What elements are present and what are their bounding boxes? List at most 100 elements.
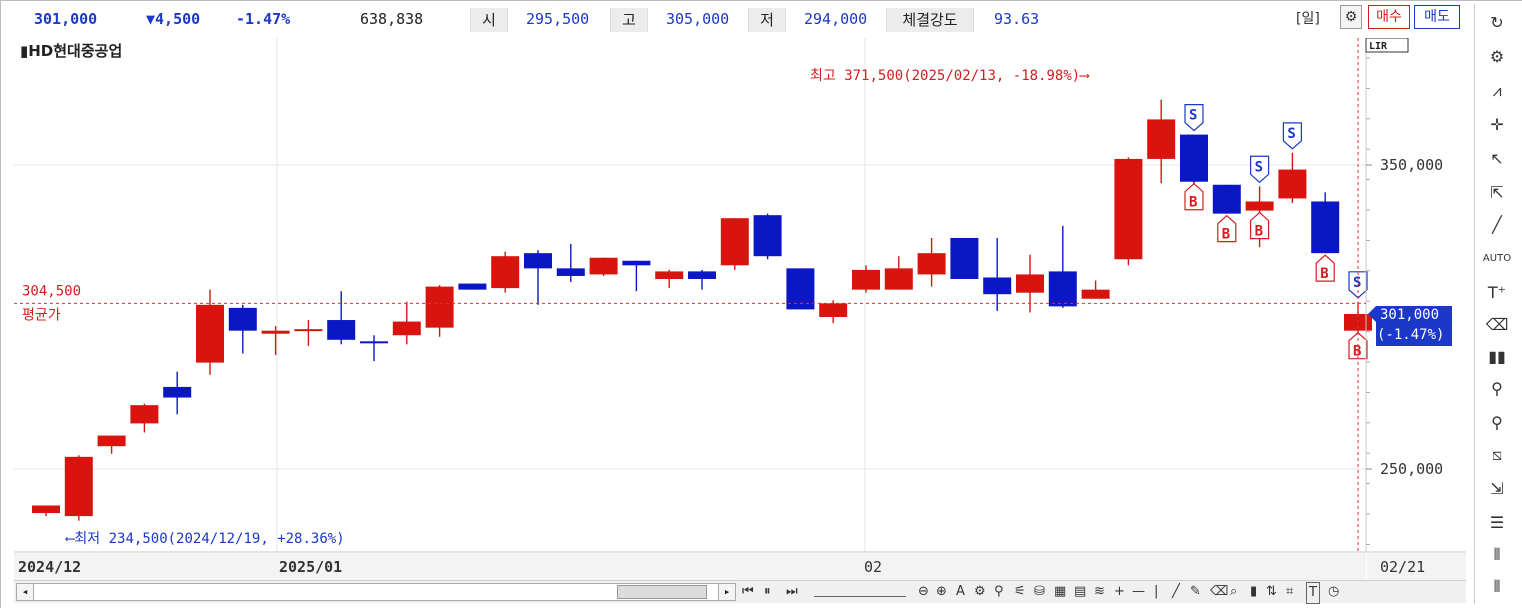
svg-text:S: S bbox=[1255, 159, 1263, 175]
pointer-icon[interactable]: ↖ bbox=[1482, 146, 1512, 172]
scroll-right-arrow[interactable]: ▸ bbox=[718, 584, 735, 600]
clock-icon[interactable]: ◷ bbox=[1328, 582, 1339, 602]
low-label: 저 bbox=[748, 8, 786, 32]
text-tool-icon[interactable]: T bbox=[1306, 582, 1320, 604]
zoom-out-icon[interactable]: ⊖ bbox=[918, 582, 929, 602]
bar-icon[interactable]: ▮ bbox=[1250, 582, 1257, 602]
candle-body bbox=[589, 257, 618, 275]
indicator-icon[interactable]: ⚲ bbox=[994, 582, 1004, 602]
lir-badge[interactable]: LIR bbox=[1369, 41, 1388, 52]
candle-body bbox=[1016, 274, 1044, 293]
strength-label: 체결강도 bbox=[886, 8, 974, 32]
candle-body bbox=[950, 237, 979, 279]
candle-body bbox=[1311, 201, 1340, 254]
candle-body bbox=[32, 505, 60, 514]
candle-body bbox=[163, 386, 192, 398]
magnify-icon[interactable]: ⌕ bbox=[1230, 582, 1237, 602]
pen-icon[interactable]: ✎ bbox=[1190, 582, 1201, 602]
font-icon[interactable]: A bbox=[956, 582, 965, 602]
candle-body bbox=[819, 303, 848, 317]
period-button[interactable]: [일] bbox=[1296, 8, 1320, 28]
scroll-left-arrow[interactable]: ◂ bbox=[17, 584, 34, 600]
scroll-thumb[interactable] bbox=[617, 585, 707, 599]
zoom-slider[interactable] bbox=[814, 584, 906, 597]
trendline-icon[interactable]: ╱ bbox=[1172, 582, 1180, 602]
line-tool-icon[interactable]: ╱ bbox=[1482, 212, 1512, 238]
high-label: 고 bbox=[610, 8, 648, 32]
candle-body bbox=[64, 456, 93, 517]
candle-body bbox=[983, 277, 1012, 295]
vline-icon[interactable]: | bbox=[1154, 582, 1158, 602]
crosshair-icon[interactable]: + bbox=[1114, 582, 1125, 602]
sell-button[interactable]: 매도 bbox=[1414, 5, 1460, 29]
svg-text:B: B bbox=[1353, 344, 1361, 360]
x-tick-label: 2025/01 bbox=[279, 558, 342, 576]
select-icon[interactable]: ⇱ bbox=[1482, 180, 1512, 206]
candle-body bbox=[688, 271, 716, 279]
svg-text:S: S bbox=[1353, 275, 1361, 291]
candle-body bbox=[130, 405, 159, 424]
grid-icon[interactable]: ▦ bbox=[1054, 582, 1066, 602]
pause-icon[interactable]: ⏸ bbox=[764, 582, 771, 602]
save-icon[interactable]: ⛁ bbox=[1034, 582, 1045, 602]
next-icon[interactable]: ⏭ bbox=[786, 582, 798, 602]
compare-icon[interactable]: ▤ bbox=[1074, 582, 1086, 602]
zoom-in-icon[interactable]: ⊕ bbox=[936, 582, 947, 602]
low-value: 294,000 bbox=[804, 10, 868, 28]
candle-body bbox=[720, 218, 749, 266]
first-icon[interactable]: ⏮ bbox=[742, 582, 754, 602]
gear-icon[interactable]: ⚙ bbox=[974, 582, 986, 602]
refresh-icon[interactable]: ↻ bbox=[1482, 10, 1512, 36]
updown-icon[interactable]: ⇅ bbox=[1266, 582, 1277, 602]
right-toolbar: ↻ ⚙ ⩘ ✛ ↖ ⇱ ╱ AUTO T⁺ ⌫ ▮▮ ⚲ ⚲ ⧅ ⇲ ☰ ⦀ ⦀ bbox=[1474, 4, 1519, 604]
candle-body bbox=[1048, 271, 1077, 307]
arrow-tool-icon[interactable]: ⇲ bbox=[1482, 476, 1512, 502]
svg-text:S: S bbox=[1189, 108, 1197, 124]
candle-body bbox=[458, 283, 487, 290]
price-change-pct: -1.47% bbox=[236, 10, 291, 28]
more-columns-icon[interactable]: ⦀ bbox=[1482, 574, 1512, 600]
candle-body bbox=[228, 307, 257, 331]
chart-icon[interactable]: ⩘ bbox=[1482, 78, 1512, 104]
candle-body bbox=[327, 320, 356, 340]
text-icon[interactable]: T⁺ bbox=[1482, 280, 1512, 306]
candle-icon[interactable]: ▮▮ bbox=[1482, 344, 1512, 370]
candle-body bbox=[1212, 184, 1241, 214]
cross-cursor-icon[interactable]: ✛ bbox=[1482, 112, 1512, 138]
current-price-tag-pct: (-1.47%) bbox=[1377, 327, 1444, 343]
chart-scrollbar[interactable]: ◂ ▸ bbox=[16, 583, 736, 601]
fibonacci-icon[interactable]: ☰ bbox=[1482, 510, 1512, 536]
candle-body bbox=[1114, 158, 1143, 260]
zoom-info-icon[interactable]: ⚲ bbox=[1482, 376, 1512, 402]
hline-icon[interactable]: — bbox=[1132, 582, 1145, 602]
price-change: ▼4,500 bbox=[146, 10, 201, 28]
candle-body bbox=[1147, 119, 1176, 159]
compare-tool-icon[interactable]: ⧅ bbox=[1482, 442, 1512, 468]
price-chart[interactable]: S B S B B S S B B ▮HD현대중공업 LIR 350,000 250,000 20… bbox=[14, 37, 1466, 580]
candle-body bbox=[360, 341, 388, 344]
chart-type-icon[interactable]: ⚟ bbox=[1014, 582, 1026, 602]
settings-icon[interactable]: ⚙ bbox=[1482, 44, 1512, 70]
candle-body bbox=[1081, 289, 1110, 299]
chart-title: ▮HD현대중공업 bbox=[20, 42, 122, 60]
eraser-tool-icon[interactable]: ⌫ bbox=[1482, 312, 1512, 338]
open-label: 시 bbox=[470, 8, 508, 32]
candle-body bbox=[425, 286, 454, 328]
x-tick-label: 2024/12 bbox=[18, 558, 81, 576]
wave-icon[interactable]: ≋ bbox=[1094, 582, 1105, 602]
auto-line-icon[interactable]: AUTO bbox=[1482, 246, 1512, 272]
svg-text:B: B bbox=[1320, 266, 1328, 282]
zoom-list-icon[interactable]: ⚲ bbox=[1482, 410, 1512, 436]
buy-button[interactable]: 매수 bbox=[1368, 5, 1410, 29]
settings-gear-icon[interactable]: ⚙ bbox=[1340, 5, 1362, 29]
svg-text:B: B bbox=[1255, 224, 1263, 240]
candle-body bbox=[753, 215, 782, 257]
candle-body bbox=[524, 253, 552, 269]
eraser-icon[interactable]: ⌫ bbox=[1210, 582, 1228, 602]
fit-icon[interactable]: ⌗ bbox=[1286, 582, 1293, 602]
candle-body bbox=[917, 253, 946, 275]
columns-icon[interactable]: ⦀ bbox=[1482, 542, 1512, 568]
volume: 638,838 bbox=[360, 10, 424, 28]
candle-body bbox=[261, 330, 290, 334]
current-price-tag: 301,000 (-1.47%) bbox=[1368, 305, 1452, 346]
